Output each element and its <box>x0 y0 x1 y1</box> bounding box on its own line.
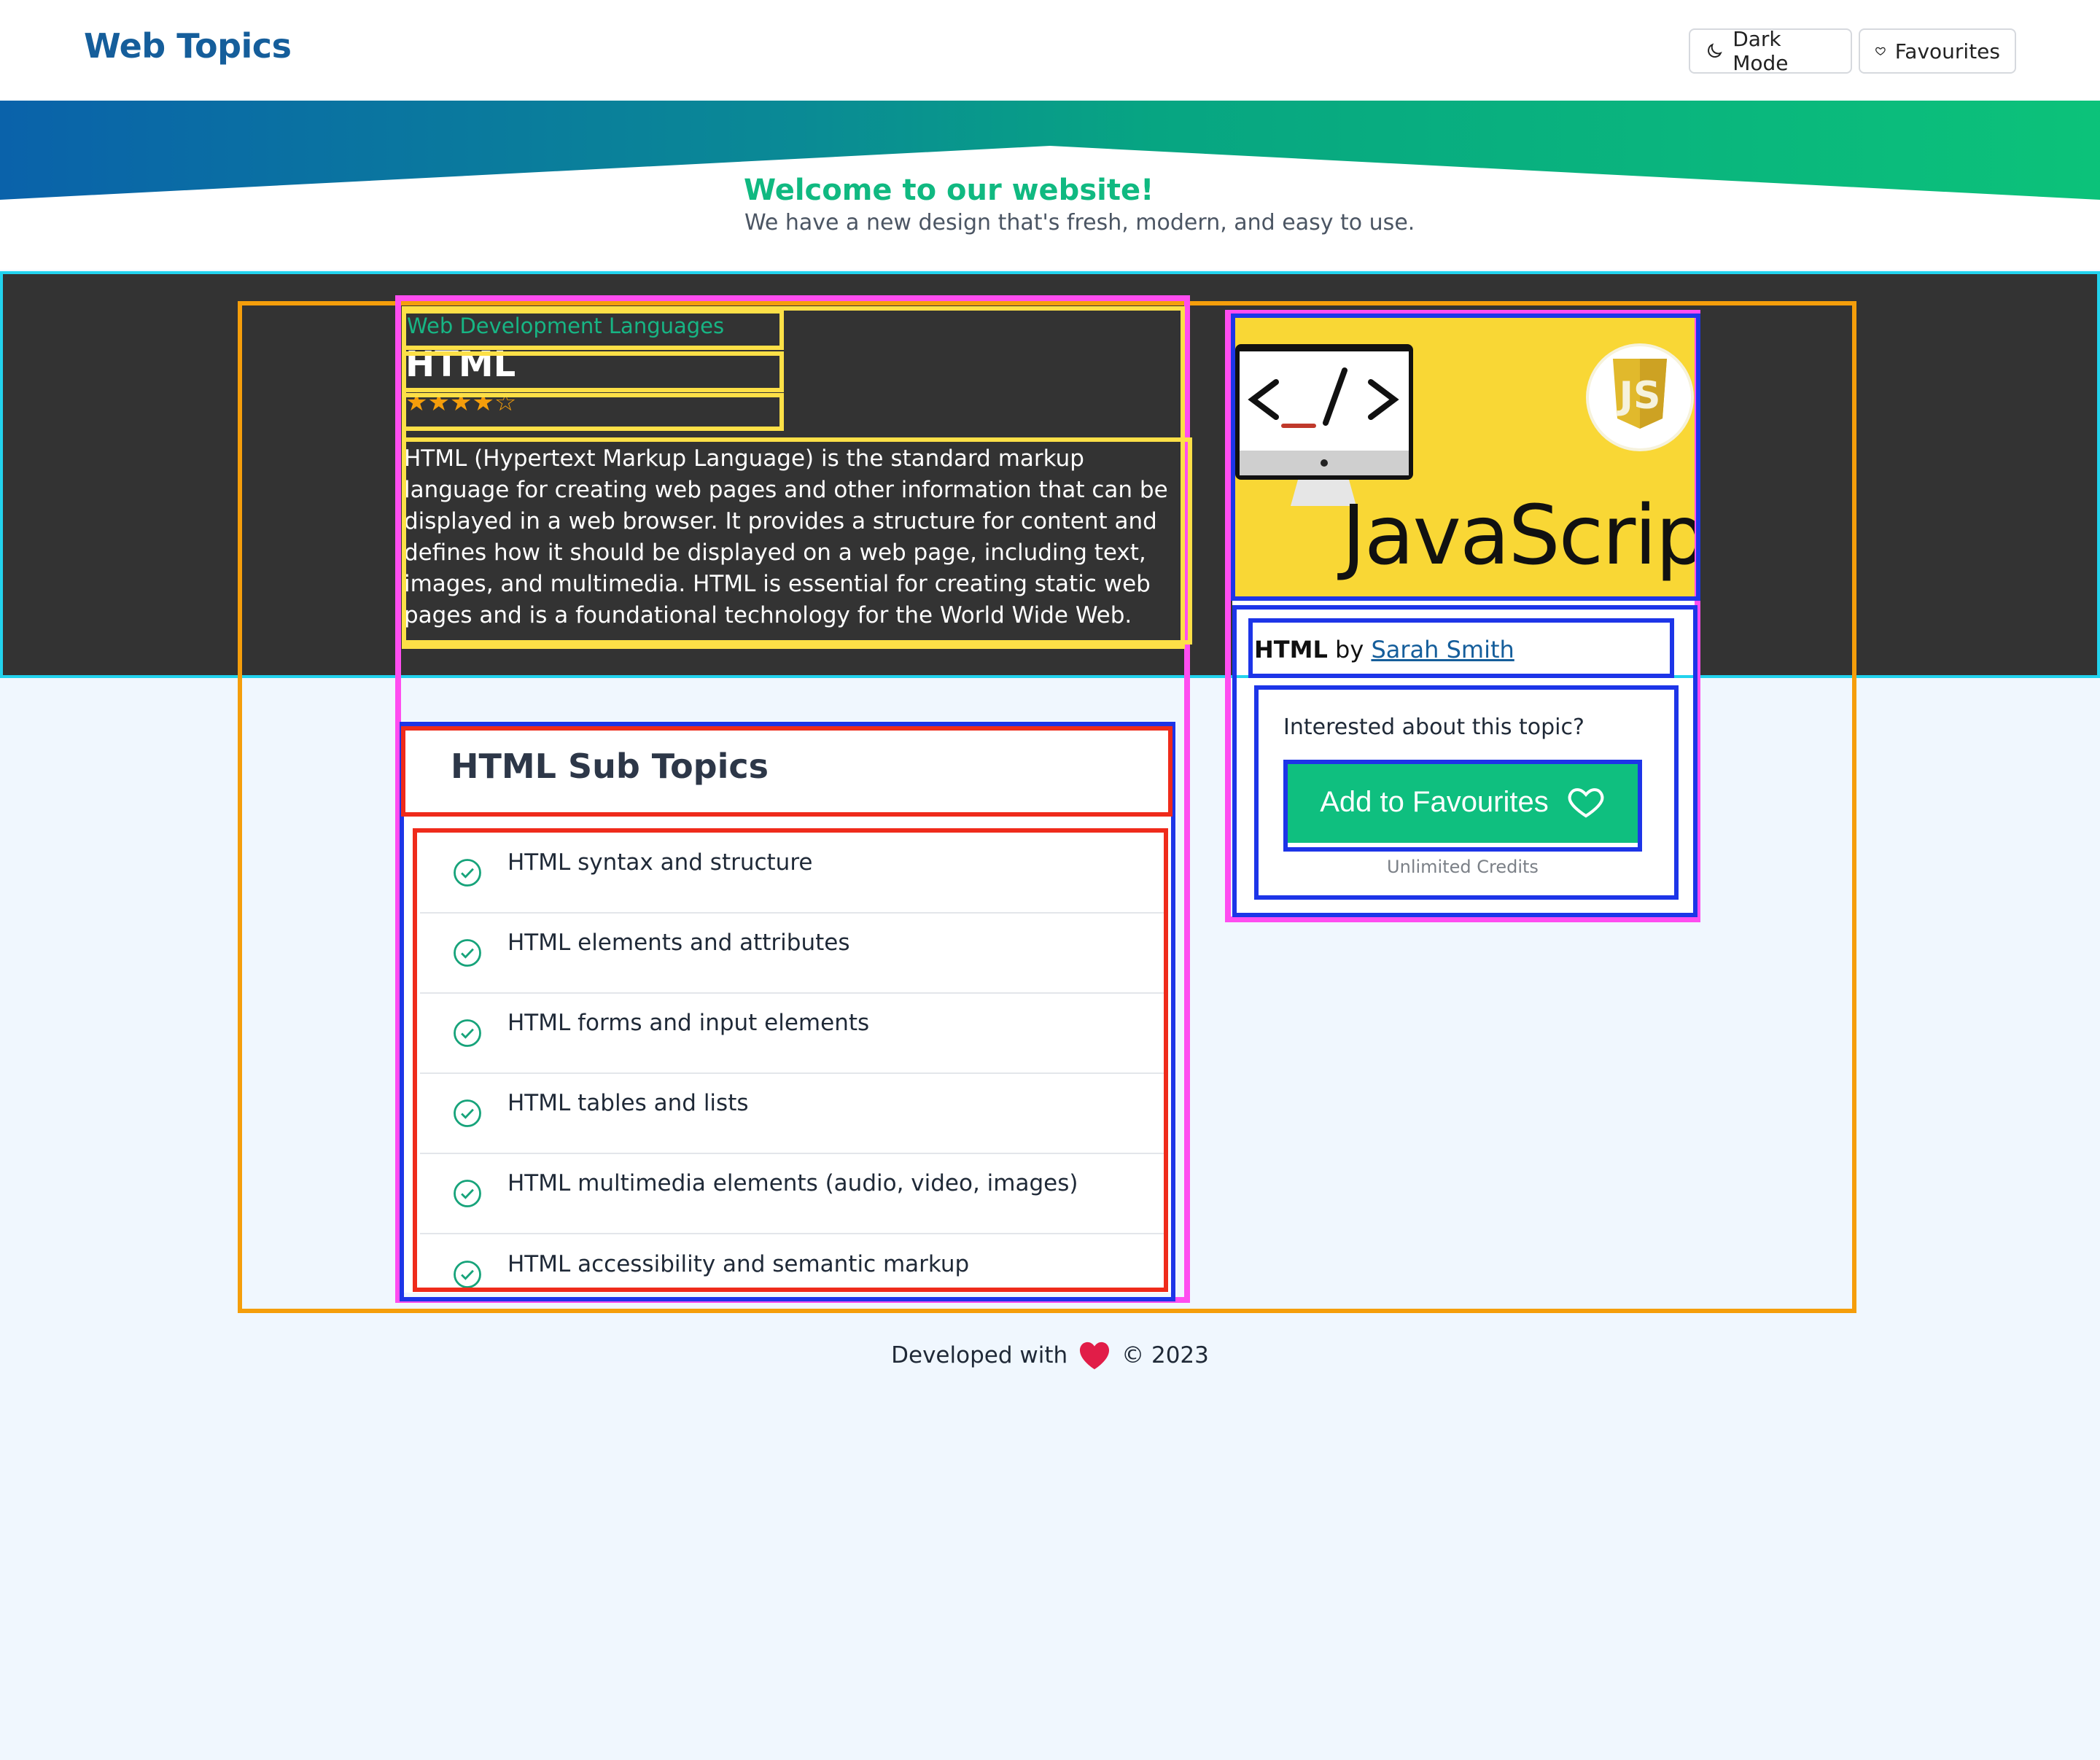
author-by-text: by <box>1335 636 1364 663</box>
check-circle-icon <box>454 1261 481 1288</box>
subtopic-label: HTML syntax and structure <box>508 849 813 876</box>
check-circle-icon <box>454 859 481 887</box>
author-topic-name: HTML <box>1254 636 1328 663</box>
list-item: HTML multimedia elements (audio, video, … <box>420 1154 1164 1234</box>
check-circle-icon <box>454 1180 481 1207</box>
topic-title: HTML <box>405 344 516 385</box>
list-item: HTML accessibility and semantic markup <box>420 1234 1164 1315</box>
topic-image: JS JavaScript <box>1235 315 1698 598</box>
list-item: HTML elements and attributes <box>420 914 1164 994</box>
top-navbar: Web Topics Dark Mode Favourites <box>0 0 2100 101</box>
check-circle-icon <box>454 1099 481 1127</box>
list-item: HTML forms and input elements <box>420 994 1164 1074</box>
topic-author: HTML by Sarah Smith <box>1254 636 1514 663</box>
add-to-favourites-label: Add to Favourites <box>1320 785 1549 818</box>
heart-icon <box>1080 1342 1110 1370</box>
heart-outline-icon <box>1568 788 1604 818</box>
subtopic-label: HTML accessibility and semantic markup <box>508 1251 970 1277</box>
topic-category: Web Development Languages <box>407 314 725 338</box>
dark-mode-label: Dark Mode <box>1732 27 1789 75</box>
cta-question: Interested about this topic? <box>1283 714 1584 740</box>
subtopic-label: HTML multimedia elements (audio, video, … <box>508 1170 1078 1196</box>
footer-prefix: Developed with <box>891 1342 1068 1368</box>
dark-mode-button[interactable]: Dark Mode <box>1689 27 1852 75</box>
subtopic-label: HTML forms and input elements <box>508 1010 870 1036</box>
add-to-favourites-button[interactable]: Add to Favourites <box>1286 761 1639 843</box>
moon-icon <box>1708 43 1722 58</box>
favourites-button[interactable]: Favourites <box>1859 28 2016 74</box>
author-link[interactable]: Sarah Smith <box>1371 636 1514 663</box>
hero-banner: Welcome to our website! We have a new de… <box>0 101 2100 270</box>
hero-title: Welcome to our website! <box>744 174 1154 207</box>
subtopics-title: HTML Sub Topics <box>451 747 769 786</box>
heart-outline-icon <box>1875 47 1886 55</box>
topic-description: HTML (Hypertext Markup Language) is the … <box>404 445 1168 628</box>
check-circle-icon <box>454 939 481 967</box>
favourites-label: Favourites <box>1894 39 2000 63</box>
subtopics-list: HTML syntax and structure HTML elements … <box>420 833 1164 1315</box>
list-item: HTML syntax and structure <box>420 833 1164 914</box>
hero-subtitle: We have a new design that's fresh, moder… <box>744 210 1415 235</box>
list-item: HTML tables and lists <box>420 1074 1164 1154</box>
check-circle-icon <box>454 1019 481 1047</box>
footer-copyright: © 2023 <box>1121 1342 1209 1368</box>
rating-stars: ★★★★☆ <box>405 388 517 417</box>
svg-text:JS: JS <box>1617 374 1661 418</box>
subtopic-label: HTML elements and attributes <box>508 930 850 956</box>
js-badge-icon: JS <box>1586 343 1694 451</box>
cta-note: Unlimited Credits <box>1387 857 1539 877</box>
footer: Developed with © 2023 <box>0 1340 2100 1371</box>
brand-logo[interactable]: Web Topics <box>84 26 292 66</box>
subtopic-label: HTML tables and lists <box>508 1090 749 1116</box>
image-word: JavaScript <box>1342 488 1698 583</box>
